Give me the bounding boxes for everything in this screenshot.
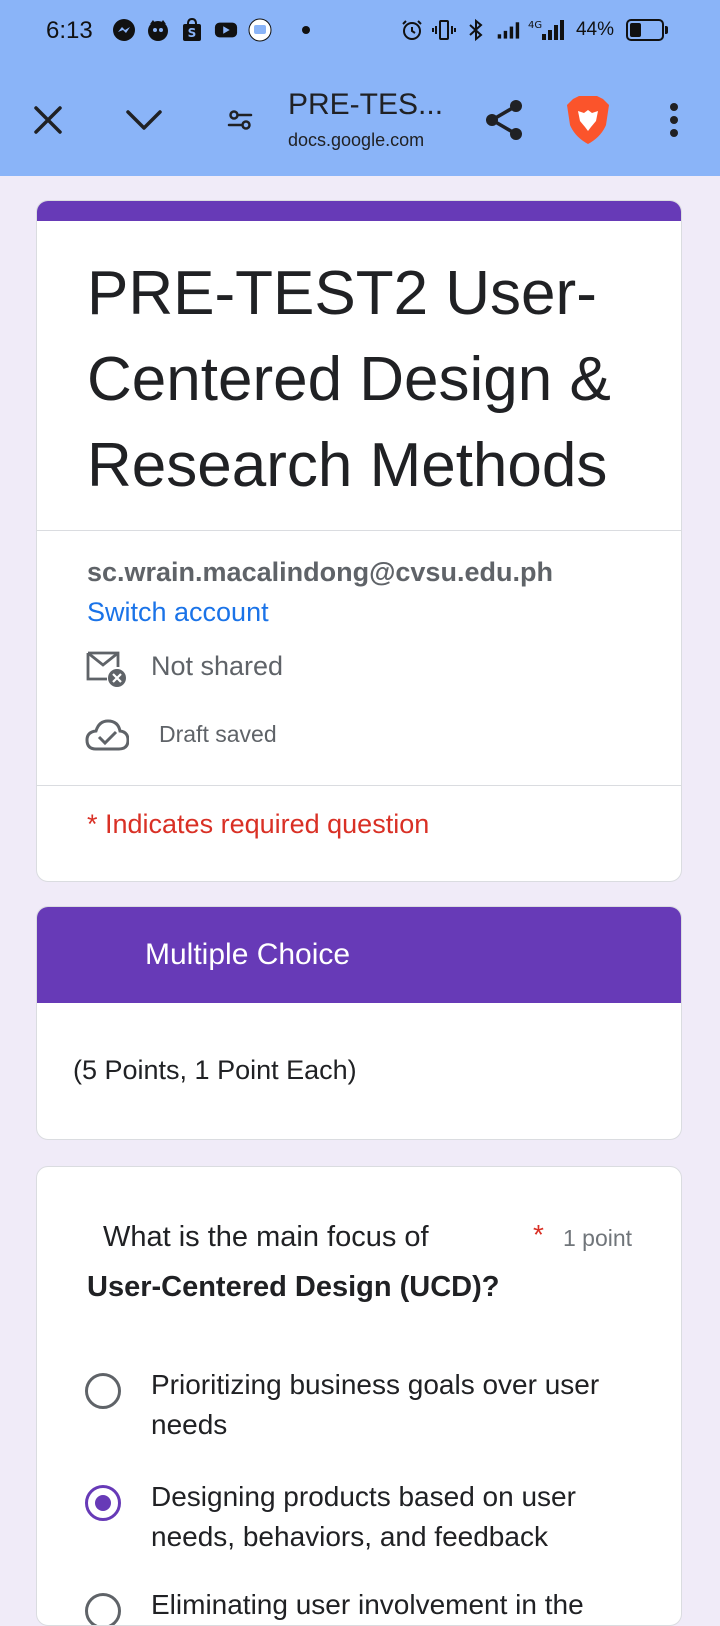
youtube-icon	[214, 18, 238, 42]
not-shared-text: Not shared	[151, 651, 284, 681]
site-settings-icon	[227, 110, 253, 130]
screen-record-icon	[248, 18, 272, 42]
messenger-icon	[112, 18, 136, 42]
form-header-card: PRE-TEST2 User-Centered Design & Researc…	[36, 200, 682, 882]
section-title: Multiple Choice	[37, 907, 681, 1003]
status-bar: 6:13 S 4G 44%	[0, 0, 720, 64]
page-title[interactable]: PRE-TES...	[288, 88, 443, 122]
question-title: What is the main focus of	[103, 1221, 429, 1253]
battery-percent: 44%	[575, 19, 614, 40]
account-email: sc.wrain.macalindong@cvsu.edu.ph	[87, 557, 553, 587]
brave-lion-icon	[567, 96, 609, 144]
notification-icons: S	[112, 18, 310, 42]
battery-icon	[626, 19, 668, 41]
browser-toolbar: PRE-TES... docs.google.com	[0, 64, 720, 176]
share-icon	[486, 100, 522, 140]
switch-account-link[interactable]: Switch account	[87, 597, 269, 628]
close-icon	[34, 106, 62, 134]
header-divider-2	[37, 785, 681, 786]
signal-4g-icon: 4G	[528, 18, 564, 42]
radio-button[interactable]	[85, 1593, 121, 1625]
more-menu-button[interactable]	[646, 92, 702, 148]
svg-text:4G: 4G	[528, 20, 542, 31]
header-divider	[37, 530, 681, 531]
option-2[interactable]: Designing products based on user needs, …	[85, 1477, 645, 1567]
question-points: 1 point	[563, 1225, 633, 1251]
battery-nub	[665, 26, 668, 34]
question-card: What is the main focus of * 1 point User…	[36, 1166, 682, 1626]
required-star: *	[533, 1219, 544, 1250]
more-vert-icon	[670, 103, 678, 137]
option-3[interactable]: Eliminating user involvement in the	[85, 1585, 645, 1625]
minimize-tab-button[interactable]	[116, 92, 172, 148]
cat-app-icon	[146, 18, 170, 42]
signal-icon	[496, 18, 520, 42]
site-settings-button[interactable]	[212, 92, 268, 148]
chevron-down-icon	[126, 110, 162, 130]
page-url[interactable]: docs.google.com	[288, 130, 424, 151]
brave-rewards-button[interactable]	[560, 92, 616, 148]
status-time: 6:13	[46, 17, 93, 44]
cloud-done-icon	[85, 719, 129, 751]
option-label[interactable]: Eliminating user involvement in the	[151, 1585, 621, 1625]
question-title-bold: User-Centered Design (UCD)?	[87, 1271, 500, 1303]
radio-button-selected[interactable]	[85, 1485, 121, 1521]
bluetooth-icon	[464, 18, 488, 42]
section-card: Multiple Choice (5 Points, 1 Point Each)	[36, 906, 682, 1140]
vibrate-icon	[431, 18, 456, 42]
form-title: PRE-TEST2 User-Centered Design & Researc…	[87, 259, 611, 500]
form-accent-bar	[37, 201, 681, 221]
close-button[interactable]	[20, 92, 76, 148]
system-icons: 4G 44%	[400, 18, 668, 42]
mail-not-shared-icon	[86, 651, 126, 687]
option-label[interactable]: Designing products based on user needs, …	[151, 1477, 621, 1557]
option-label[interactable]: Prioritizing business goals over user ne…	[151, 1365, 621, 1445]
radio-button[interactable]	[85, 1373, 121, 1409]
svg-text:S: S	[188, 26, 197, 40]
alarm-icon	[400, 18, 424, 42]
share-button[interactable]	[476, 92, 532, 148]
section-description: (5 Points, 1 Point Each)	[73, 1055, 357, 1085]
required-note: * Indicates required question	[87, 809, 430, 839]
battery-fill	[630, 23, 641, 37]
option-1[interactable]: Prioritizing business goals over user ne…	[85, 1365, 645, 1455]
more-notifications-dot	[302, 26, 310, 34]
draft-saved-text: Draft saved	[159, 721, 277, 747]
shopee-icon: S	[180, 18, 204, 42]
